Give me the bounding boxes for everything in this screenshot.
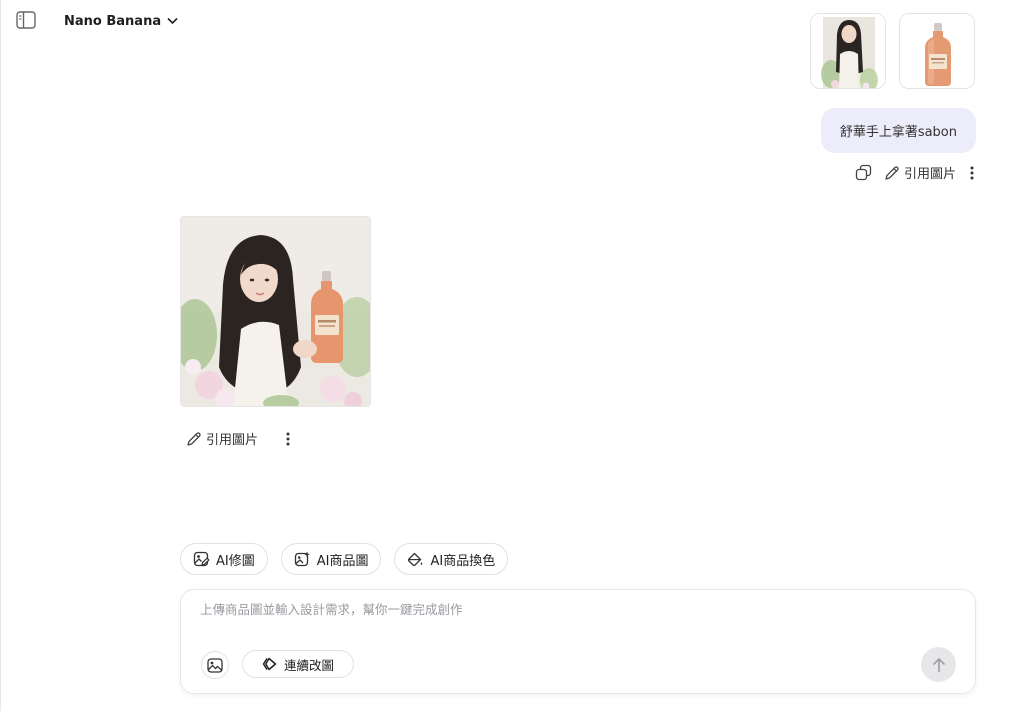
window-left-border	[0, 0, 1, 711]
attachment-portrait-thumbnail[interactable]	[810, 13, 886, 89]
image-edit-icon	[193, 551, 210, 567]
image-upload-icon	[207, 657, 223, 673]
upload-image-button[interactable]	[201, 651, 229, 679]
reference-image-label: 引用圖片	[206, 433, 259, 448]
composer: 連續改圖	[180, 589, 976, 694]
generated-more-options-button[interactable]	[284, 431, 292, 447]
sabon-bottle-photo	[900, 14, 974, 88]
continuous-edit-label: 連續改圖	[284, 657, 335, 673]
attachment-bottle-thumbnail[interactable]	[899, 13, 975, 89]
sidebar-panel-icon	[16, 11, 36, 29]
send-button[interactable]	[921, 647, 956, 682]
pencil-icon	[885, 165, 899, 180]
generated-image[interactable]	[180, 216, 371, 407]
ai-product-image-label: AI商品圖	[316, 553, 369, 569]
more-vertical-icon	[970, 166, 974, 179]
tool-chips: AI修圖 AI商品圖 AI商品換色	[180, 543, 509, 575]
copy-icon	[855, 164, 872, 181]
prompt-input[interactable]	[200, 602, 900, 617]
sidebar-toggle-button[interactable]	[16, 11, 36, 29]
paint-bucket-icon	[408, 552, 423, 567]
portrait-photo	[811, 14, 885, 88]
model-name: Nano Banana	[64, 13, 162, 29]
generated-image-actions: 引用圖片	[186, 429, 292, 448]
ai-retouch-label: AI修圖	[216, 553, 255, 569]
chevron-down-icon	[167, 17, 178, 25]
reference-image-button[interactable]: 引用圖片	[884, 163, 956, 182]
reference-image-label: 引用圖片	[903, 167, 956, 182]
user-message-actions: 引用圖片	[855, 163, 976, 182]
arrow-up-icon	[932, 657, 945, 672]
more-vertical-icon	[286, 432, 290, 445]
continuous-edit-icon	[262, 657, 277, 671]
image-sparkle-icon	[294, 551, 310, 567]
ai-product-recolor-chip[interactable]: AI商品換色	[394, 543, 509, 575]
ai-product-recolor-label: AI商品換色	[430, 553, 496, 569]
generated-portrait-with-bottle	[181, 217, 370, 406]
user-message-bubble: 舒華手上拿著sabon	[820, 108, 976, 153]
ai-product-image-chip[interactable]: AI商品圖	[280, 543, 382, 575]
reference-generated-image-button[interactable]: 引用圖片	[186, 429, 258, 448]
ai-retouch-chip[interactable]: AI修圖	[180, 543, 268, 575]
more-options-button[interactable]	[968, 165, 976, 181]
user-message-text: 舒華手上拿著sabon	[839, 125, 957, 140]
model-selector[interactable]: Nano Banana	[64, 10, 178, 32]
copy-button[interactable]	[855, 164, 872, 181]
pencil-icon	[187, 431, 201, 446]
continuous-edit-button[interactable]: 連續改圖	[242, 650, 355, 678]
